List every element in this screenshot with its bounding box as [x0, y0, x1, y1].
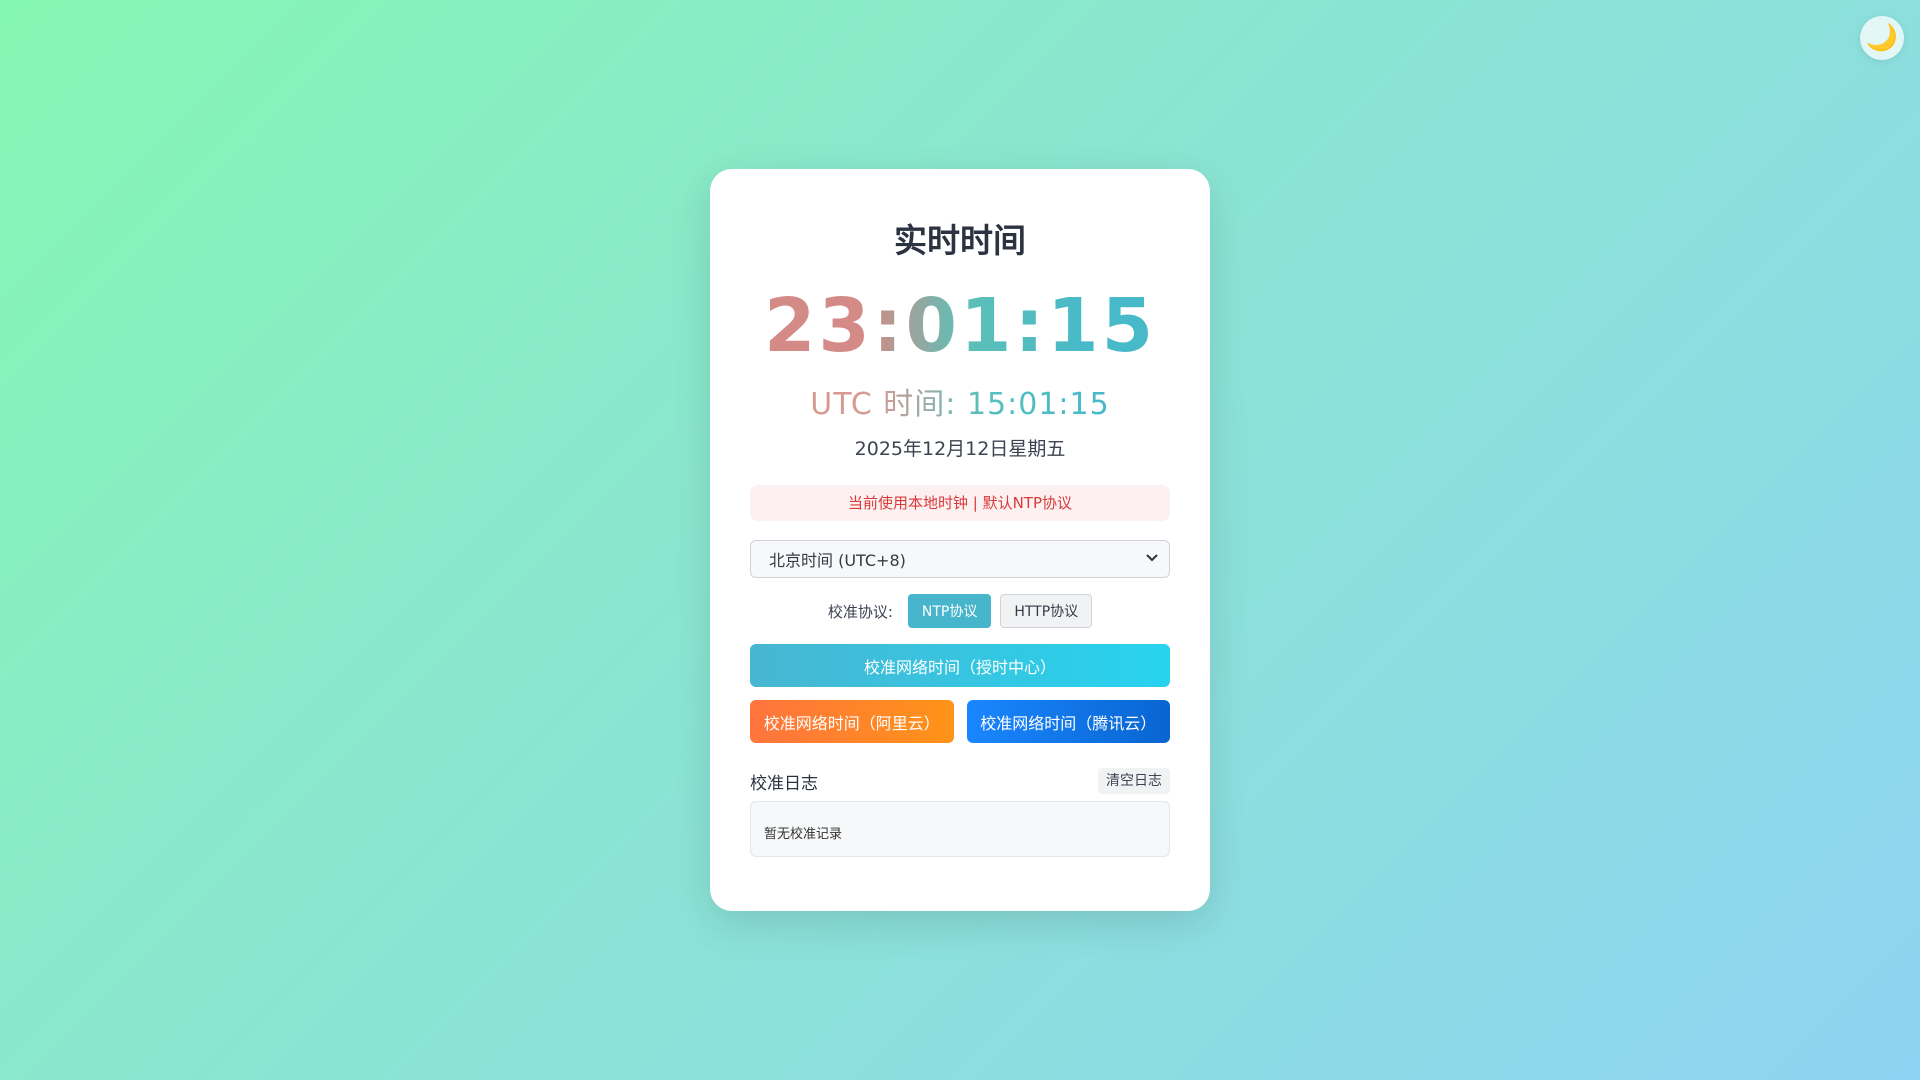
clear-log-button[interactable]: 清空日志 — [1098, 768, 1170, 794]
sync-aliyun-button[interactable]: 校准网络时间（阿里云） — [750, 700, 954, 743]
sync-ntsc-button[interactable]: 校准网络时间（授时中心） — [750, 644, 1170, 687]
sync-tencent-button[interactable]: 校准网络时间（腾讯云） — [966, 700, 1170, 743]
time-card: 实时时间 23:01:15 UTC 时间: 15:01:15 2025年12月1… — [710, 169, 1210, 911]
local-clock: 23:01:15 — [750, 279, 1170, 373]
log-panel: 暂无校准记录 — [750, 801, 1170, 857]
protocol-selector: 校准协议: NTP协议 HTTP协议 — [750, 594, 1170, 628]
chevron-down-icon — [1144, 550, 1160, 566]
protocol-label: 校准协议: — [827, 602, 893, 621]
theme-toggle-button[interactable]: 🌙 — [1860, 16, 1904, 60]
ntp-protocol-button[interactable]: NTP协议 — [907, 594, 992, 628]
http-protocol-button[interactable]: HTTP协议 — [1000, 594, 1093, 628]
log-empty-message: 暂无校准记录 — [764, 826, 843, 842]
log-header: 校准日志 清空日志 — [750, 768, 1170, 794]
timezone-select-value[interactable]: 北京时间 (UTC+8) — [750, 540, 1170, 578]
cloud-sync-buttons: 校准网络时间（阿里云） 校准网络时间（腾讯云） — [750, 700, 1170, 743]
timezone-select[interactable]: 北京时间 (UTC+8) — [750, 540, 1170, 578]
log-title: 校准日志 — [750, 773, 818, 794]
page-title: 实时时间 — [894, 221, 1026, 260]
date-display: 2025年12月12日星期五 — [854, 438, 1066, 460]
utc-time: UTC 时间: 15:01:15 — [750, 385, 1170, 425]
moon-icon: 🌙 — [1865, 23, 1899, 53]
status-banner: 当前使用本地时钟 | 默认NTP协议 — [750, 485, 1170, 521]
